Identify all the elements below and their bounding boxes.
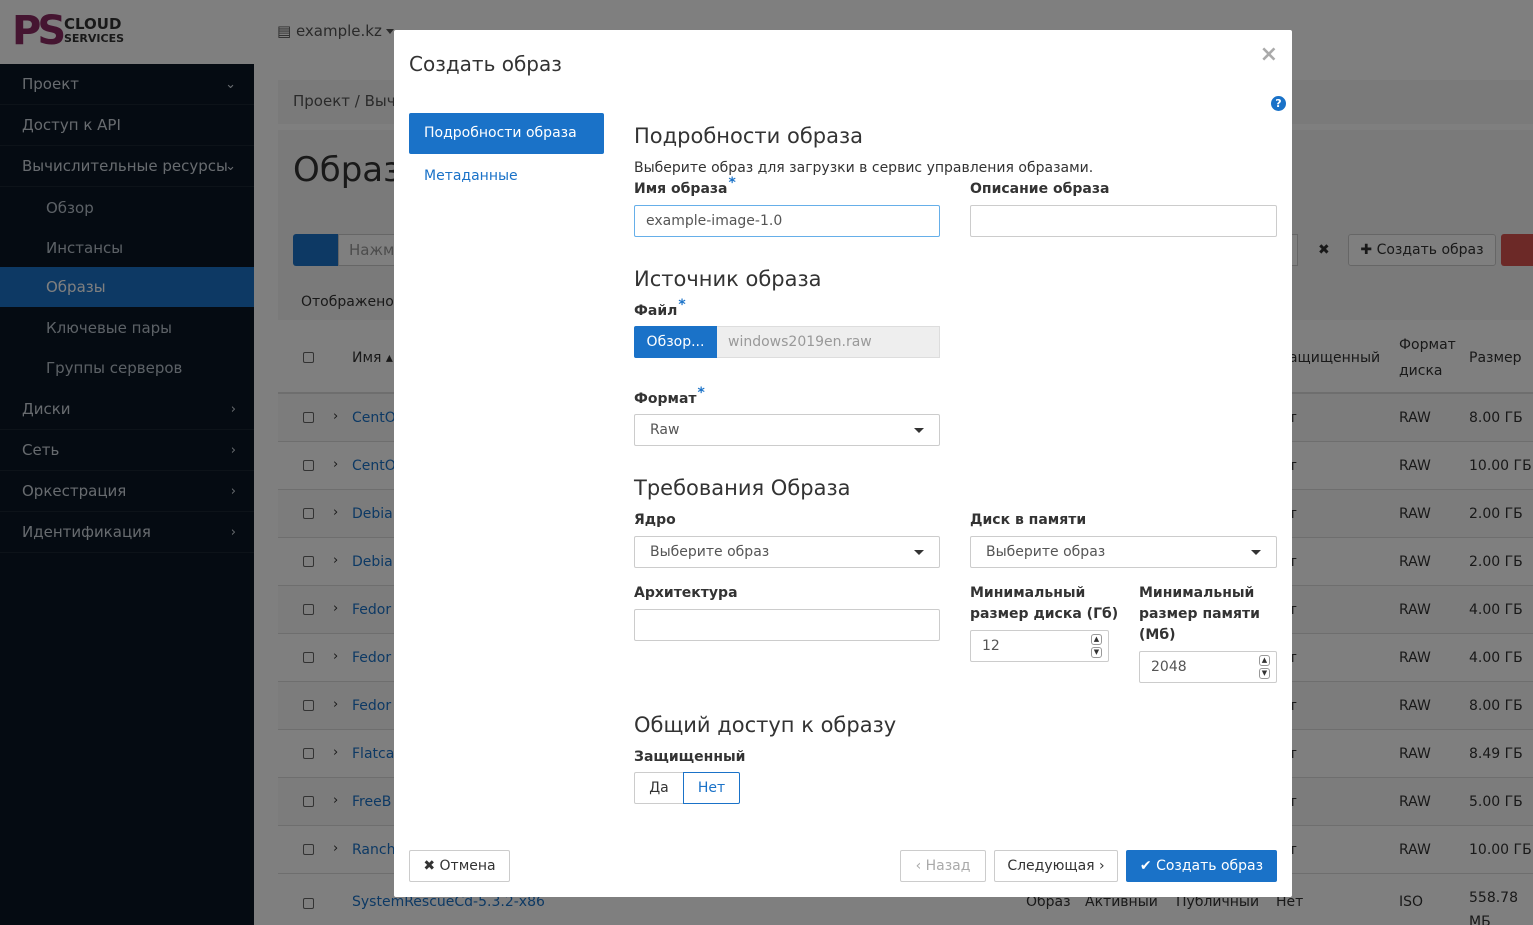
min-disk-value: 12 [982,638,1000,654]
image-name-label-text: Имя образа [634,181,728,197]
kernel-select[interactable]: Выберите образ [634,536,940,568]
min-ram-label-line3: (Мб) [1139,627,1176,643]
cancel-button[interactable]: ✖ Отмена [409,850,510,882]
wizard-steps: Подробности образа Метаданные [409,113,604,199]
section-title-sharing: Общий доступ к образу [634,713,897,737]
section-title-requirements: Требования Образа [634,476,851,500]
caret-down-icon [914,550,924,555]
stepper-up-icon[interactable]: ▲ [1259,655,1270,666]
format-label: Формат* [634,386,705,409]
min-ram-label-line1: Минимальный [1139,585,1255,601]
ramdisk-label: Диск в памяти [970,512,1087,528]
image-name-input[interactable]: example-image-1.0 [634,205,940,237]
ramdisk-select[interactable]: Выберите образ [970,536,1277,568]
caret-down-icon [1251,550,1261,555]
min-ram-stepper[interactable]: ▲ ▼ [1259,655,1270,679]
min-ram-label-line2: размер памяти [1139,606,1260,622]
section-title-details: Подробности образа [634,124,864,148]
image-description-input[interactable] [970,205,1277,237]
protected-yes-button[interactable]: Да [634,772,684,804]
close-icon[interactable]: × [1260,42,1278,67]
create-image-button[interactable]: ✔ Создать образ [1126,850,1277,882]
kernel-label: Ядро [634,512,676,528]
kernel-select-value: Выберите образ [650,544,770,560]
image-description-label: Описание образа [970,181,1110,197]
back-button[interactable]: ‹ Назад [900,850,986,882]
format-select[interactable]: Raw [634,414,940,446]
caret-down-icon [914,428,924,433]
file-label-text: Файл [634,303,678,319]
min-disk-label-line2: размер диска (Гб) [970,606,1119,622]
next-button[interactable]: Следующая › [994,850,1118,882]
help-icon[interactable]: ? [1271,96,1286,111]
min-disk-stepper[interactable]: ▲ ▼ [1091,634,1102,658]
protected-toggle: Да Нет [634,772,740,804]
image-name-label: Имя образа* [634,176,736,199]
min-disk-input[interactable]: 12 ▲ ▼ [970,630,1109,662]
min-disk-label-line1: Минимальный [970,585,1086,601]
modal-title: Создать образ [409,52,562,76]
required-marker: * [697,385,705,402]
file-label: Файл* [634,298,686,321]
protected-no-button[interactable]: Нет [683,772,740,804]
wizard-step-details[interactable]: Подробности образа [409,113,604,154]
section-help-text: Выберите образ для загрузки в сервис упр… [634,160,1094,176]
section-title-source: Источник образа [634,267,822,291]
wizard-step-metadata[interactable]: Метаданные [409,156,604,197]
format-label-text: Формат [634,391,697,407]
file-name-field[interactable]: windows2019en.raw [717,326,940,358]
create-image-modal: Создать образ × ? Подробности образа Мет… [394,30,1292,897]
stepper-up-icon[interactable]: ▲ [1091,634,1102,645]
min-ram-input[interactable]: 2048 ▲ ▼ [1139,651,1277,683]
min-ram-value: 2048 [1151,659,1187,675]
format-select-value: Raw [650,422,680,438]
architecture-label: Архитектура [634,585,738,601]
browse-button[interactable]: Обзор... [634,326,717,358]
required-marker: * [678,297,686,314]
architecture-input[interactable] [634,609,940,641]
min-disk-label: Минимальный размер диска (Гб) [970,583,1118,624]
protected-label: Защищенный [634,749,746,765]
min-ram-label: Минимальный размер памяти (Мб) [1139,583,1260,645]
stepper-down-icon[interactable]: ▼ [1259,668,1270,679]
stepper-down-icon[interactable]: ▼ [1091,647,1102,658]
required-marker: * [728,175,736,192]
ramdisk-select-value: Выберите образ [986,544,1106,560]
